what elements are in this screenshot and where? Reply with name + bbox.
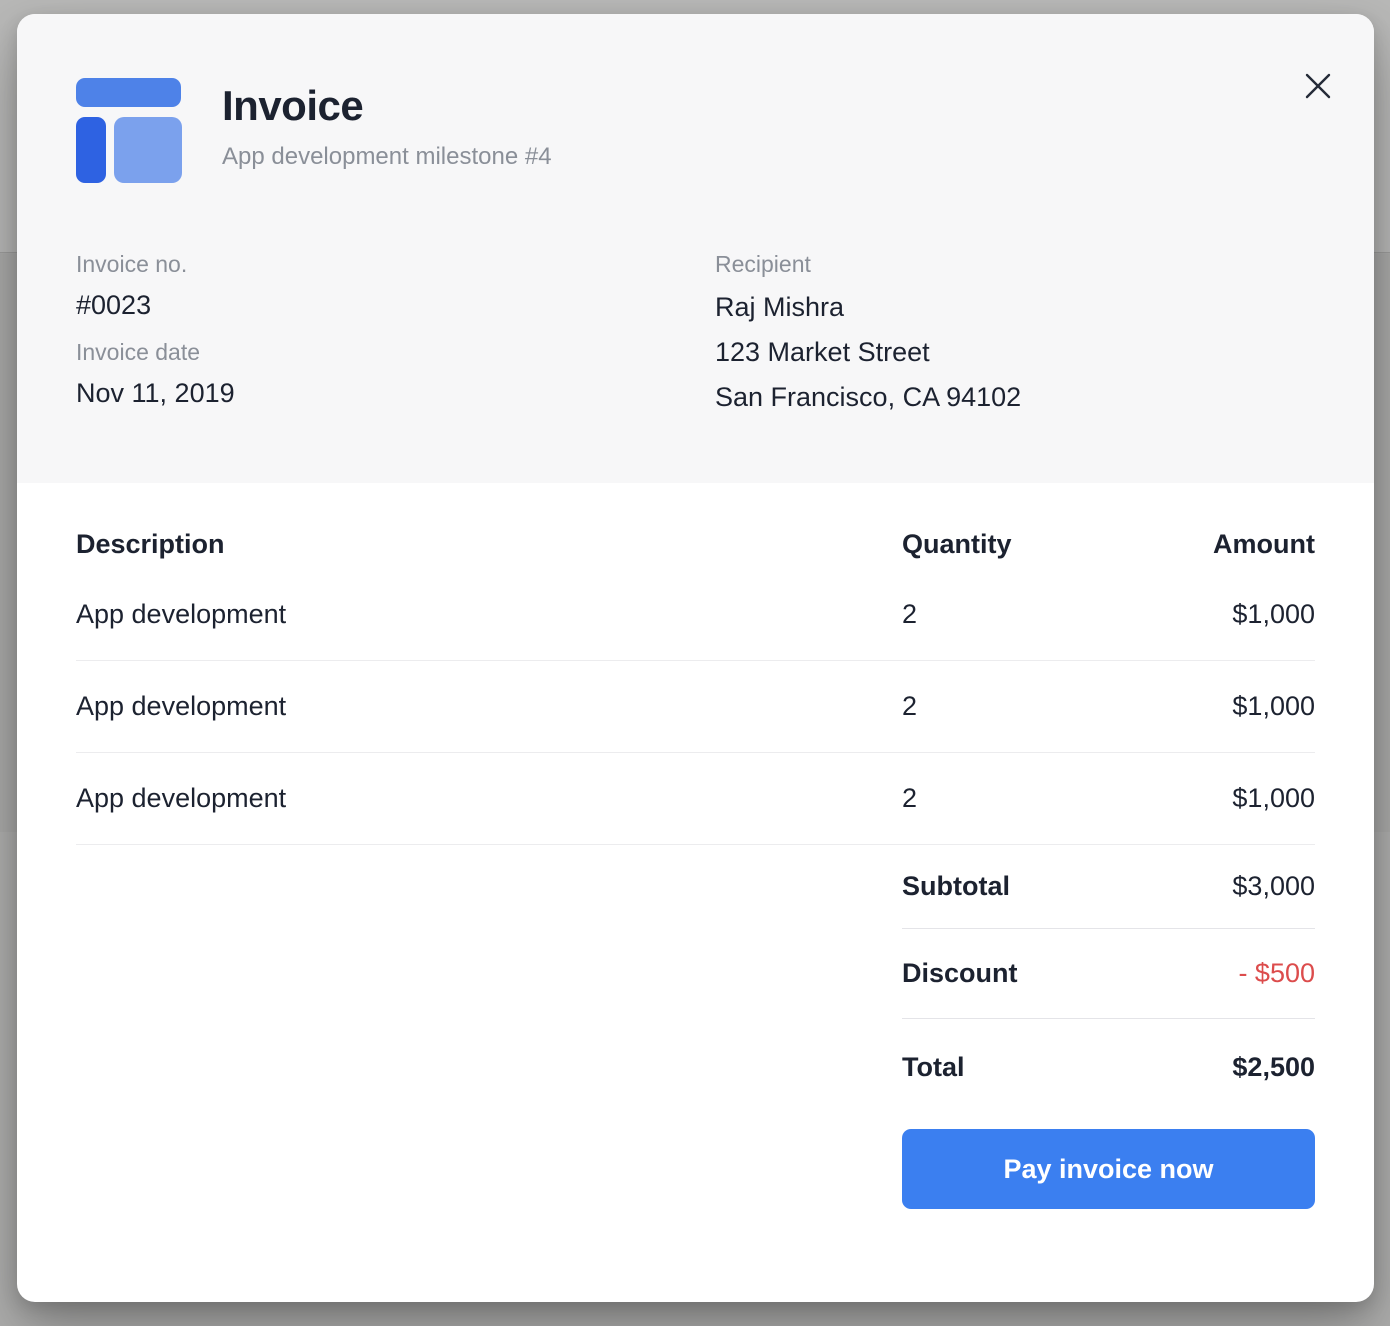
modal-subtitle: App development milestone #4 (222, 142, 552, 172)
pay-invoice-button[interactable]: Pay invoice now (902, 1129, 1315, 1209)
invoice-body: Description Quantity Amount App developm… (17, 483, 1374, 1209)
subtotal-row: Subtotal $3,000 (902, 845, 1315, 929)
invoice-no-value: #0023 (76, 285, 715, 325)
row-quantity: 2 (902, 783, 1142, 814)
row-amount: $1,000 (1142, 599, 1315, 630)
logo-square-right (114, 117, 182, 183)
logo-bar-left (76, 117, 106, 183)
total-label: Total (902, 1052, 965, 1083)
discount-value: - $500 (1238, 958, 1315, 989)
row-description: App development (76, 691, 902, 722)
recipient-name: Raj Mishra (715, 285, 1315, 330)
table-row: App development 2 $1,000 (76, 569, 1315, 661)
row-amount: $1,000 (1142, 783, 1315, 814)
invoice-meta-left: Invoice no. #0023 Invoice date Nov 11, 2… (76, 248, 715, 424)
invoice-header: Invoice App development milestone #4 Inv… (17, 14, 1374, 483)
recipient-block: Recipient Raj Mishra 123 Market Street S… (715, 248, 1315, 424)
subtotal-label: Subtotal (902, 871, 1010, 902)
totals-section: Subtotal $3,000 Discount - $500 Total $2… (902, 845, 1315, 1115)
recipient-street: 123 Market Street (715, 330, 1315, 375)
recipient-label: Recipient (715, 248, 1315, 280)
table-row: App development 2 $1,000 (76, 661, 1315, 753)
total-row: Total $2,500 (902, 1019, 1315, 1115)
invoice-modal: Invoice App development milestone #4 Inv… (17, 14, 1374, 1302)
modal-title: Invoice (222, 84, 552, 128)
row-description: App development (76, 599, 902, 630)
line-items-header: Description Quantity Amount (76, 483, 1315, 569)
brand-row: Invoice App development milestone #4 (76, 78, 1315, 182)
invoice-meta: Invoice no. #0023 Invoice date Nov 11, 2… (76, 248, 1315, 424)
row-amount: $1,000 (1142, 691, 1315, 722)
table-row: App development 2 $1,000 (76, 753, 1315, 845)
discount-label: Discount (902, 958, 1018, 989)
column-quantity: Quantity (902, 529, 1142, 560)
close-icon (1304, 72, 1332, 100)
invoice-no-label: Invoice no. (76, 248, 715, 280)
row-quantity: 2 (902, 599, 1142, 630)
row-quantity: 2 (902, 691, 1142, 722)
column-description: Description (76, 529, 902, 560)
company-logo-icon (76, 78, 182, 182)
invoice-date-label: Invoice date (76, 336, 715, 368)
row-description: App development (76, 783, 902, 814)
discount-row: Discount - $500 (902, 929, 1315, 1019)
logo-bar-top (76, 78, 181, 107)
close-button[interactable] (1290, 58, 1346, 114)
invoice-date-value: Nov 11, 2019 (76, 373, 715, 413)
column-amount: Amount (1142, 529, 1315, 560)
total-value: $2,500 (1232, 1052, 1315, 1083)
recipient-city: San Francisco, CA 94102 (715, 375, 1315, 420)
subtotal-value: $3,000 (1232, 871, 1315, 902)
